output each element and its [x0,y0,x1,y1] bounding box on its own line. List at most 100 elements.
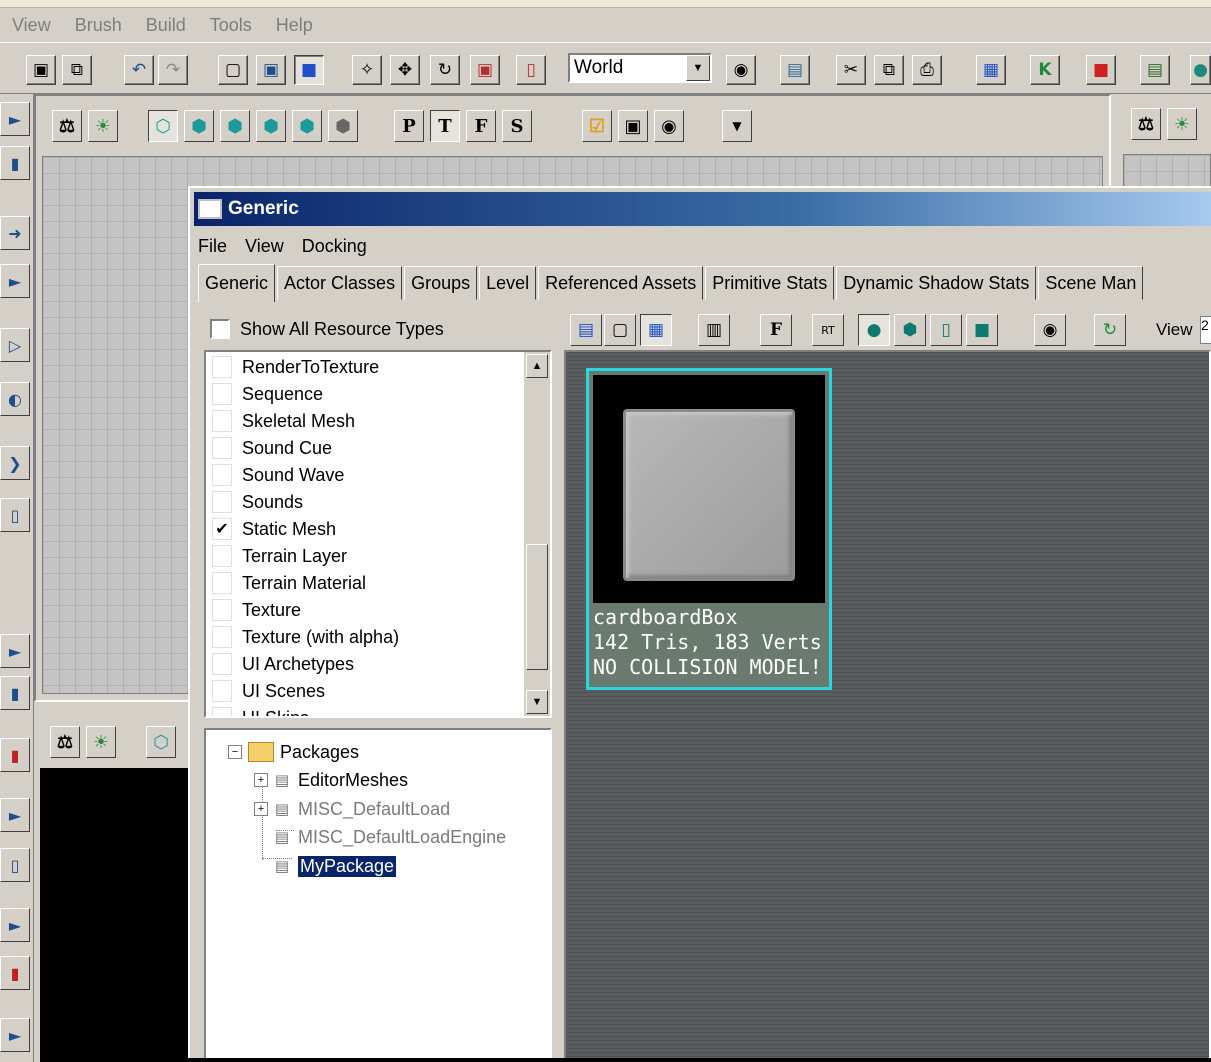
perspective-view-button[interactable]: P [394,110,424,142]
nonuniform-scale-icon[interactable]: ▯ [516,55,546,85]
list-item[interactable]: Sequence [212,381,323,407]
eye-icon[interactable]: ◉ [654,110,684,142]
top-view-button[interactable]: T [430,110,460,142]
resource-type-checkbox[interactable] [212,410,232,432]
preview-view-icon[interactable]: ▢ [604,314,636,346]
asset-thumbnail-cardboardbox[interactable]: cardboardBox 142 Tris, 183 Verts NO COLL… [586,368,832,690]
mode-more-icon[interactable]: ► [0,1018,30,1052]
viewport-options-dropdown-icon[interactable]: ▼ [722,110,752,142]
tab-dynamic-shadow-stats[interactable]: Dynamic Shadow Stats [836,266,1037,300]
cylinder-preview-icon[interactable]: ▯ [930,314,962,346]
viewport2-light-icon[interactable]: ☀ [1167,108,1197,140]
checkmark-icon[interactable]: ✔ [212,518,232,540]
scale-icon[interactable]: ▣ [470,55,500,85]
show-all-checkbox[interactable] [210,319,230,339]
resource-type-checkbox[interactable] [212,599,232,621]
lock-icon[interactable]: ☑ [582,110,612,142]
generic-menu-view[interactable]: View [245,236,284,257]
expand-icon[interactable]: + [254,802,268,816]
rendertarget-filter-button[interactable]: RT [812,314,844,346]
matinee-icon[interactable]: ■ [1086,55,1116,85]
tree-node-editormeshes[interactable]: + ▤ EditorMeshes [254,766,408,794]
resource-type-checkbox[interactable] [212,437,232,459]
generic-menu-docking[interactable]: Docking [302,236,367,257]
list-item[interactable]: Sound Wave [212,462,344,488]
list-item[interactable]: Sound Cue [212,435,332,461]
list-item[interactable]: UI Skins [212,705,309,716]
window-icon-3[interactable]: ■ [294,55,324,85]
tree-node-mypackage[interactable]: ▤ MyPackage [274,852,397,880]
asset-thumbnail-area[interactable]: cardboardBox 142 Tris, 183 Verts NO COLL… [564,350,1211,1062]
binoculars-icon[interactable]: ◉ [1034,314,1066,346]
mode-sphere-icon[interactable]: ◐ [0,382,30,416]
resource-type-checkbox[interactable] [212,491,232,513]
font-filter-button[interactable]: F [760,314,792,346]
viewport-frame-icon[interactable]: ▣ [618,110,648,142]
rotate-icon[interactable]: ↻ [430,55,460,85]
list-item[interactable]: UI Archetypes [212,651,354,677]
chevron-down-icon[interactable]: ▼ [686,55,710,81]
generic-menu-file[interactable]: File [198,236,227,257]
menu-help[interactable]: Help [276,15,313,36]
view-zoom-select[interactable]: 2 [1200,316,1211,344]
mode-subtract-icon[interactable]: ▯ [0,848,30,882]
copy-icon[interactable]: ⧉ [874,55,904,85]
select-mode-icon[interactable]: ✧ [352,55,382,85]
wireframe-cube-icon[interactable]: ⬡ [148,110,178,142]
browser-icon[interactable]: ▤ [780,55,810,85]
mode-sheet-icon[interactable]: ► [0,634,30,668]
lighting-cube-icon[interactable]: ⬢ [328,110,358,142]
redo-icon[interactable]: ↷ [158,55,188,85]
thumbnail-view-icon[interactable]: ▦ [640,314,672,346]
brush-cube-icon[interactable]: ⬢ [220,110,250,142]
show-all-resource-types[interactable]: Show All Resource Types [202,312,554,346]
grid-icon[interactable]: ▦ [976,55,1006,85]
viewport3-cube-icon[interactable]: ⬡ [146,726,176,758]
viewport3-joystick-icon[interactable]: ⚖ [50,726,80,758]
window-icon-2[interactable]: ▣ [256,55,286,85]
mode-cone-icon[interactable]: ❯ [0,446,30,480]
list-item[interactable]: RenderToTexture [212,354,379,380]
mode-volume-icon[interactable]: ▮ [0,676,30,710]
tab-scene-manager[interactable]: Scene Man [1038,266,1144,300]
list-item[interactable]: Terrain Layer [212,543,347,569]
resource-type-checkbox[interactable] [212,356,232,378]
tab-primitive-stats[interactable]: Primitive Stats [705,266,835,300]
list-item[interactable]: UI Scenes [212,678,325,704]
window-icon-1[interactable]: ▢ [218,55,248,85]
mode-deintersect-icon[interactable]: ▮ [0,956,30,990]
tree-node-misc-defaultloadengine[interactable]: ▤ MISC_DefaultLoadEngine [274,823,506,851]
unlit-cube-icon[interactable]: ⬢ [292,110,322,142]
generic-title-bar[interactable]: Generic [194,192,1211,226]
mode-arrow-icon[interactable]: ➜ [0,216,30,250]
scroll-down-icon[interactable]: ▼ [526,690,548,714]
list-item[interactable]: ✔ Static Mesh [212,516,336,542]
expand-icon[interactable]: + [254,773,268,787]
resource-type-checkbox[interactable] [212,680,232,702]
coordinate-system-dropdown[interactable]: World ▼ [568,53,712,83]
sphere-icon[interactable]: ● [1190,55,1211,85]
mode-csg-icon[interactable]: ▮ [0,738,30,772]
resource-type-checkbox[interactable] [212,653,232,675]
viewport3-light-icon[interactable]: ☀ [86,726,116,758]
list-item[interactable]: Texture [212,597,301,623]
viewport-joystick-icon[interactable]: ⚖ [52,110,82,142]
list-view-icon[interactable]: ▤ [570,314,602,346]
viewport2-joystick-icon[interactable]: ⚖ [1131,108,1161,140]
list-item[interactable]: Sounds [212,489,303,515]
tab-generic[interactable]: Generic [198,264,276,302]
thumbnail-size-icon[interactable]: ▥ [698,314,730,346]
kismet-icon[interactable]: K [1030,55,1060,85]
tree-node-packages[interactable]: − Packages [228,738,359,766]
list-item[interactable]: Terrain Material [212,570,366,596]
mode-terrain-icon[interactable]: ► [0,264,30,298]
save-icon[interactable]: ▣ [26,55,56,85]
resource-type-checkbox[interactable] [212,707,232,716]
menu-brush[interactable]: Brush [75,15,122,36]
lit-cube-icon[interactable]: ⬢ [256,110,286,142]
resource-type-checkbox[interactable] [212,383,232,405]
menu-tools[interactable]: Tools [210,15,252,36]
move-icon[interactable]: ✥ [390,55,420,85]
save-all-icon[interactable]: ⧉ [62,55,92,85]
cube-preview-icon[interactable]: ⬢ [894,314,926,346]
